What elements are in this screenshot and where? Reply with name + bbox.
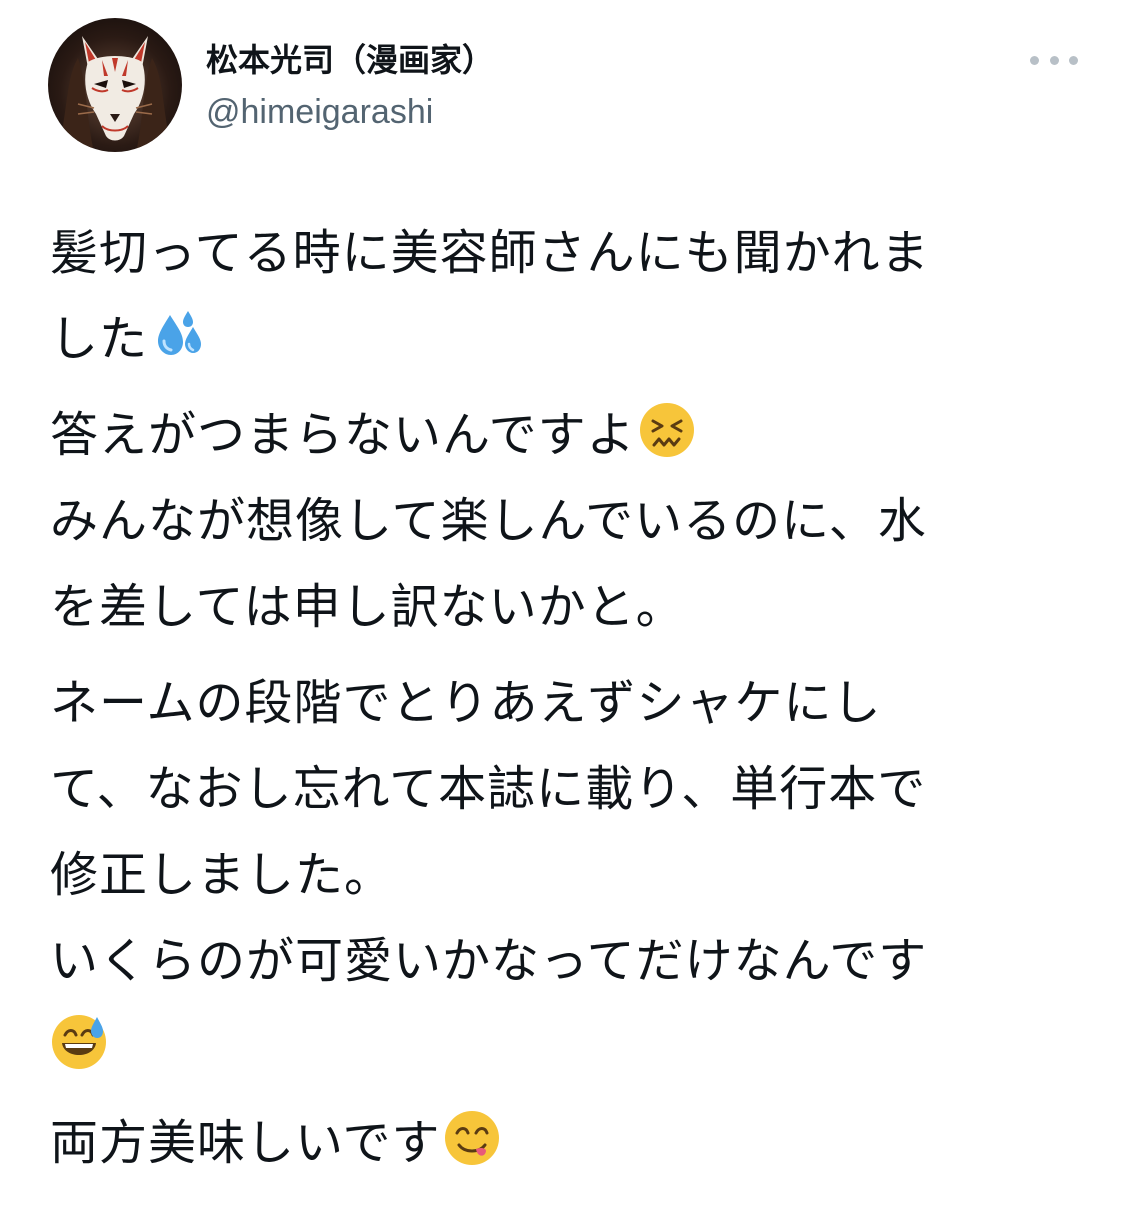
tweet-paragraph: 髪切ってる時に美容師さんにも聞かれま した — [50, 210, 1070, 382]
tweet-line: みんなが想像して楽しんでいるのに、水 — [50, 493, 927, 549]
tweet-line: いくらのが可愛いかなってだけなんです — [50, 933, 928, 989]
tweet-line-with-emoji: 答えがつまらないんですよ — [50, 392, 1070, 478]
tweet-paragraph: 答えがつまらないんですよ みんなが想像して楽しんでいるのに、水 を差しては申し訳… — [50, 392, 1070, 650]
tweet-line-text: 両方美味しいです — [50, 1115, 441, 1171]
tweet-paragraph: 両方美味しいです — [50, 1100, 1070, 1186]
confounded-face-emoji-icon — [638, 401, 696, 459]
tweet-line: 修正しました。 — [50, 847, 394, 903]
tweet-line: 髪切ってる時に美容師さんにも聞かれま — [50, 225, 930, 281]
author-names: 松本光司（漫画家） @himeigarashi — [206, 40, 494, 134]
tweet-paragraph: ネームの段階でとりあえずシャケにし て、なおし忘れて本誌に載り、単行本で 修正し… — [50, 660, 1070, 1090]
tweet-line-text: した — [50, 311, 149, 367]
tweet-line: ネームの段階でとりあえずシャケにし — [50, 675, 882, 731]
tweet-header: 松本光司（漫画家） @himeigarashi — [48, 18, 1078, 152]
tweet-line-text: 答えがつまらないんですよ — [50, 407, 636, 463]
avatar[interactable] — [48, 18, 182, 152]
kitsune-mask-icon — [58, 36, 172, 152]
author-handle[interactable]: @himeigarashi — [206, 90, 494, 134]
sweat-droplets-emoji-icon — [150, 305, 208, 363]
author-display-name[interactable]: 松本光司（漫画家） — [206, 40, 494, 80]
tweet-line-with-emoji: 両方美味しいです — [50, 1100, 1070, 1186]
tweet-line: を差しては申し訳ないかと。 — [50, 579, 685, 635]
tweet-card: 松本光司（漫画家） @himeigarashi 髪切ってる時に美容師さんにも聞か… — [0, 0, 1124, 1232]
more-options-button[interactable] — [1030, 48, 1078, 72]
tweet-line-emoji-only — [50, 1004, 1070, 1090]
more-horizontal-icon-dot — [1069, 55, 1078, 65]
tweet-text: 髪切ってる時に美容師さんにも聞かれま した 答えがつまらないんですよ みんなが想… — [50, 210, 1070, 1186]
more-horizontal-icon — [1030, 55, 1039, 65]
yum-face-emoji-icon — [443, 1109, 501, 1167]
more-horizontal-icon-dot — [1049, 55, 1059, 65]
tweet-line-with-emoji: した — [50, 296, 1070, 382]
tweet-line: て、なおし忘れて本誌に載り、単行本で — [50, 761, 927, 817]
grinning-sweat-face-emoji-icon — [50, 1013, 108, 1071]
